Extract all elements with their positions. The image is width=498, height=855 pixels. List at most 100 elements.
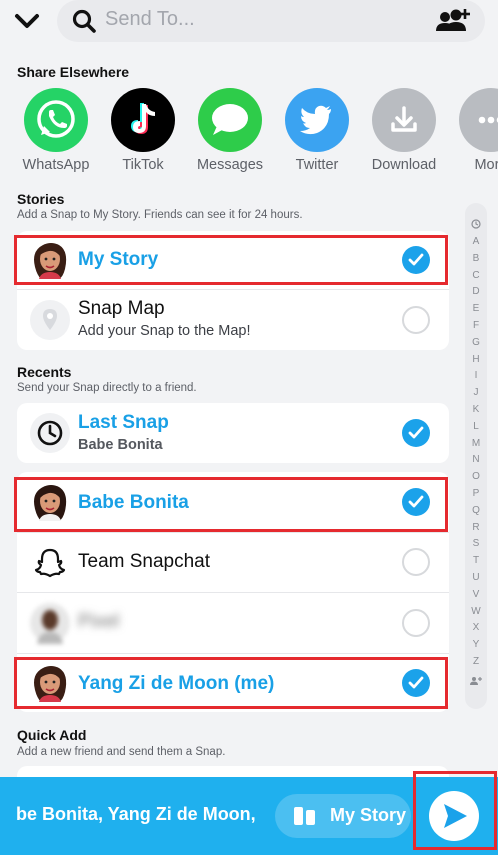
stories-subtitle: Add a Snap to My Story. Friends can see … — [17, 209, 303, 221]
share-elsewhere-title: Share Elsewhere — [17, 64, 130, 80]
story-name: Snap Map — [78, 298, 165, 319]
alphabet-letter[interactable]: Z — [465, 656, 487, 667]
alphabet-letter[interactable]: Y — [465, 639, 487, 650]
bitmoji-avatar — [34, 666, 67, 702]
alphabet-letter[interactable]: P — [465, 488, 487, 499]
alphabet-letter[interactable]: H — [465, 354, 487, 365]
app-label: More — [474, 157, 498, 173]
tiktok-icon — [111, 88, 175, 152]
alphabet-letter[interactable]: I — [465, 370, 487, 381]
send-arrow-icon — [444, 804, 467, 828]
send-button[interactable] — [429, 791, 479, 841]
alphabet-letter[interactable]: L — [465, 421, 487, 432]
share-apps-row: WhatsApp TikTok Messages Twitter Downloa… — [0, 88, 498, 180]
app-label: TikTok — [122, 157, 164, 173]
share-messages[interactable]: Messages — [190, 88, 270, 173]
search-icon — [72, 9, 96, 33]
add-friends-icon[interactable] — [435, 7, 471, 35]
bitmoji-avatar — [34, 243, 67, 279]
recents-title: Recents — [17, 364, 72, 380]
selected-check-icon[interactable] — [402, 246, 430, 274]
send-bar: be Bonita, Yang Zi de Moon, My Story — [0, 777, 498, 855]
share-download[interactable]: Download — [364, 88, 444, 173]
stories-title: Stories — [17, 191, 65, 207]
story-row-my-story[interactable]: My Story — [17, 231, 449, 289]
recent-row-last-snap[interactable]: Last Snap Babe Bonita — [17, 403, 449, 463]
search-placeholder: Send To... — [105, 8, 195, 30]
friend-row-pixel[interactable]: Pixel — [17, 593, 449, 653]
alphabet-letter[interactable]: E — [465, 303, 487, 314]
last-snap-detail: Babe Bonita — [78, 437, 163, 453]
alphabet-letter[interactable]: O — [465, 471, 487, 482]
alphabet-letter[interactable]: U — [465, 572, 487, 583]
twitter-icon — [285, 88, 349, 152]
last-snap-card: Last Snap Babe Bonita — [17, 403, 449, 463]
recents-subtitle: Send your Snap directly to a friend. — [17, 382, 197, 394]
alphabet-letter[interactable]: Q — [465, 505, 487, 516]
story-detail: Add your Snap to the Map! — [78, 323, 251, 339]
app-label: Download — [371, 157, 437, 173]
alphabet-letter[interactable]: A — [465, 236, 487, 247]
alphabet-letter[interactable]: R — [465, 522, 487, 533]
alphabet-letter[interactable]: N — [465, 454, 487, 465]
friend-name: Team Snapchat — [78, 551, 211, 572]
my-story-chip-label: My Story — [330, 805, 407, 825]
selected-recipients: be Bonita, Yang Zi de Moon, — [16, 804, 256, 824]
share-more[interactable]: More — [451, 88, 498, 173]
alphabet-letter[interactable]: V — [465, 589, 487, 600]
story-row-snap-map[interactable]: Snap Map Add your Snap to the Map! — [17, 290, 449, 350]
unselected-circle-icon[interactable] — [402, 548, 430, 576]
alphabet-letter[interactable]: B — [465, 253, 487, 264]
selected-check-icon[interactable] — [402, 488, 430, 516]
friends-card: Babe Bonita Team Snapchat Pixel Yang Zi … — [17, 472, 449, 712]
quick-add-subtitle: Add a new friend and send them a Snap. — [17, 746, 226, 758]
friend-row-team-snapchat[interactable]: Team Snapchat — [17, 533, 449, 592]
alphabet-letter[interactable]: G — [465, 337, 487, 348]
search-input[interactable]: Send To... — [57, 0, 485, 42]
alphabet-letter[interactable]: M — [465, 438, 487, 449]
recent-clock-icon[interactable] — [471, 219, 481, 229]
share-tiktok[interactable]: TikTok — [103, 88, 183, 173]
alphabet-letter[interactable]: W — [465, 606, 487, 617]
messages-icon — [198, 88, 262, 152]
add-friend-small-icon[interactable] — [470, 676, 482, 686]
alphabet-index[interactable]: ABCDEFGHIJKLMNOPQRSTUVWXYZ — [465, 203, 487, 709]
quick-add-title: Quick Add — [17, 727, 87, 743]
alphabet-letter[interactable]: K — [465, 404, 487, 415]
app-label: WhatsApp — [22, 157, 90, 173]
alphabet-letter[interactable]: F — [465, 320, 487, 331]
app-label: Twitter — [295, 157, 339, 173]
unselected-circle-icon[interactable] — [402, 306, 430, 334]
alphabet-letter[interactable]: T — [465, 555, 487, 566]
story-name: My Story — [78, 249, 159, 270]
app-label: Messages — [196, 157, 264, 173]
alphabet-letter[interactable]: D — [465, 286, 487, 297]
alphabet-letter[interactable]: J — [465, 387, 487, 398]
friend-name: Yang Zi de Moon (me) — [78, 673, 275, 694]
friend-name: Babe Bonita — [78, 492, 189, 513]
selected-check-icon[interactable] — [402, 419, 430, 447]
last-snap-name: Last Snap — [78, 412, 169, 433]
clock-icon — [30, 413, 70, 453]
chevron-down-icon[interactable] — [8, 6, 46, 36]
friend-row-babe-bonita[interactable]: Babe Bonita — [17, 472, 449, 532]
unselected-circle-icon[interactable] — [402, 609, 430, 637]
map-pin-icon — [30, 300, 70, 340]
story-icon — [294, 807, 315, 825]
more-icon — [459, 88, 498, 152]
share-whatsapp[interactable]: WhatsApp — [16, 88, 96, 173]
my-story-chip[interactable]: My Story — [275, 794, 411, 838]
alphabet-letter[interactable]: C — [465, 270, 487, 281]
friend-name-blurred: Pixel — [78, 611, 120, 632]
alphabet-letter[interactable]: S — [465, 538, 487, 549]
share-twitter[interactable]: Twitter — [277, 88, 357, 173]
stories-card: My Story Snap Map Add your Snap to the M… — [17, 231, 449, 350]
whatsapp-icon — [24, 88, 88, 152]
download-icon — [372, 88, 436, 152]
snapchat-ghost-icon — [34, 548, 66, 578]
selected-check-icon[interactable] — [402, 669, 430, 697]
header: Send To... — [0, 0, 498, 52]
alphabet-letter[interactable]: X — [465, 622, 487, 633]
blurred-avatar — [30, 603, 70, 644]
friend-row-me[interactable]: Yang Zi de Moon (me) — [17, 654, 449, 712]
